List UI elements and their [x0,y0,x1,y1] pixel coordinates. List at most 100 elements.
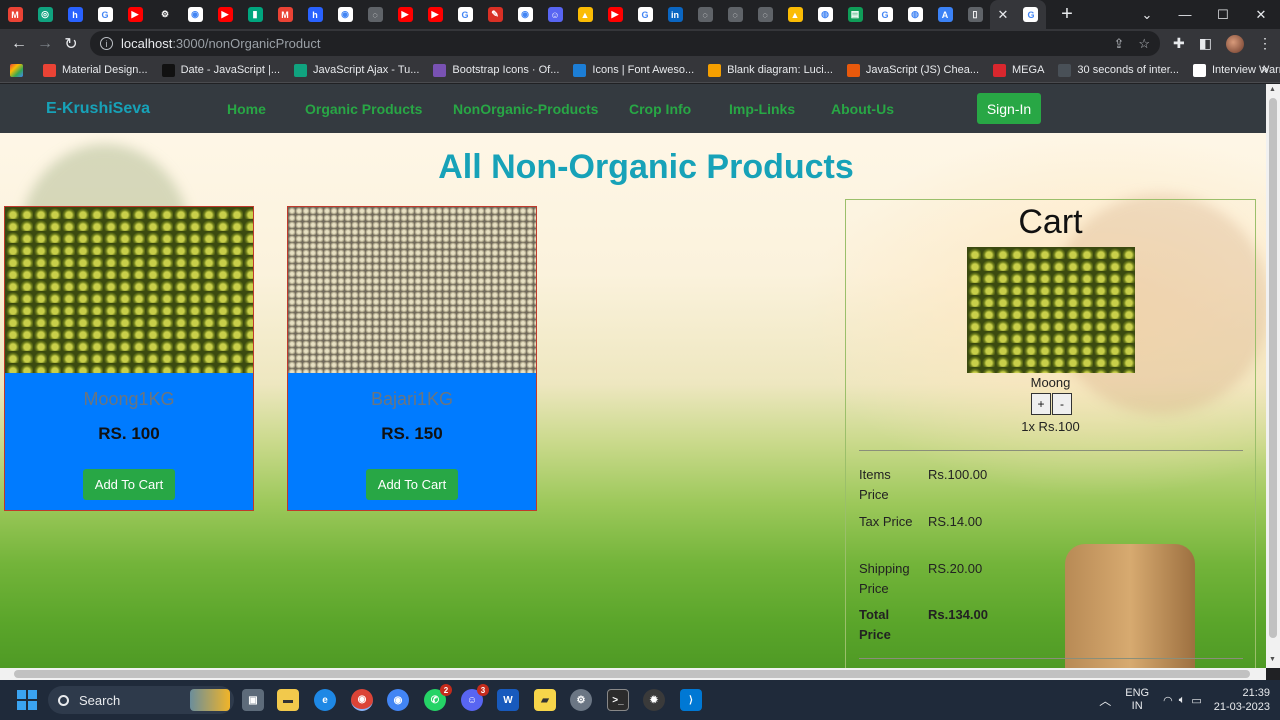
browser-tab[interactable]: ▤ [840,0,870,29]
browser-tab[interactable]: ◌ [360,0,390,29]
share-icon[interactable]: ⇪ [1113,36,1124,52]
apps-icon[interactable] [10,63,29,77]
browser-tab[interactable]: ◍ [810,0,840,29]
bookmark-item[interactable]: Material Design... [43,63,148,77]
whatsapp-icon[interactable]: ✆ 2 [424,684,452,711]
windows-start-icon[interactable] [17,690,37,710]
active-browser-tab[interactable]: ✕ G [990,0,1046,29]
volume-icon[interactable]: 🔈︎ [1179,694,1186,707]
browser-tab[interactable]: h [300,0,330,29]
browser-tab[interactable]: ▲ [570,0,600,29]
nav-link-imp-links[interactable]: Imp-Links [729,101,795,117]
bookmark-item[interactable]: Blank diagram: Luci... [708,63,833,77]
settings-taskbar-icon[interactable]: ⚙ [570,689,592,711]
scroll-up-icon[interactable]: ▲ [1269,86,1276,93]
browser-tab[interactable]: G [90,0,120,29]
browser-tab[interactable]: in [660,0,690,29]
browser-tab[interactable]: ▶ [210,0,240,29]
browser-tab[interactable]: ⚙ [150,0,180,29]
bookmark-item[interactable]: Icons | Font Aweso... [573,63,694,77]
nav-link-organic-products[interactable]: Organic Products [305,101,422,117]
tab-search-icon[interactable]: ⌄ [1128,7,1166,23]
browser-tab[interactable]: ▶ [420,0,450,29]
browser-tab[interactable]: ◌ [720,0,750,29]
sign-in-button[interactable]: Sign-In [977,93,1041,124]
browser-tab[interactable]: A [930,0,960,29]
bookmark-item[interactable]: 30 seconds of inter... [1058,63,1179,77]
browser-tab[interactable]: ▶ [390,0,420,29]
wifi-icon[interactable]: ◠ [1163,694,1173,707]
nav-link-crop-info[interactable]: Crop Info [629,101,691,117]
browser-tab[interactable]: ▮ [240,0,270,29]
browser-tab[interactable]: ▯ [960,0,990,29]
browser-tab[interactable]: ◉ [330,0,360,29]
browser-tab[interactable]: M [0,0,30,29]
tray-overflow-icon[interactable]: ︿ [1099,692,1111,709]
decrease-quantity-button[interactable]: - [1052,393,1072,415]
chrome-profile-icon[interactable]: ◉ [387,689,409,711]
chrome-taskbar-icon[interactable]: ◉ [351,689,373,711]
browser-tab[interactable]: ☺ [540,0,570,29]
add-to-cart-button[interactable]: Add To Cart [366,469,458,500]
browser-tab[interactable]: ◍ [900,0,930,29]
reload-icon[interactable]: ↻ [58,34,84,54]
browser-tab[interactable]: ◉ [180,0,210,29]
widgets-icon[interactable] [190,689,230,711]
bookmarks-overflow-icon[interactable]: » [1261,62,1268,76]
menu-icon[interactable]: ⋮ [1258,35,1272,52]
extensions-icon[interactable]: ✚ [1173,35,1185,52]
browser-tab[interactable]: M [270,0,300,29]
browser-tab[interactable]: ◌ [690,0,720,29]
word-icon[interactable]: W [497,689,519,711]
scroll-down-icon[interactable]: ▼ [1269,656,1276,663]
browser-tab[interactable]: ◎ [30,0,60,29]
bookmark-item[interactable]: Bootstrap Icons · Of... [433,63,559,77]
edge-icon[interactable]: e [314,689,336,711]
new-tab-icon[interactable]: + [1052,3,1082,26]
forward-icon[interactable]: → [32,35,58,53]
file-explorer-icon[interactable]: ▬ [277,689,299,711]
profile-avatar[interactable] [1226,34,1244,53]
browser-tab[interactable]: ◉ [510,0,540,29]
nav-link-about-us[interactable]: About-Us [831,101,894,117]
browser-tab[interactable]: G [870,0,900,29]
maximize-icon[interactable]: ☐ [1204,7,1242,23]
browser-tab[interactable]: ✎ [480,0,510,29]
add-to-cart-button[interactable]: Add To Cart [83,469,175,500]
browser-tab[interactable]: ▶ [120,0,150,29]
sticky-notes-icon[interactable]: ▰ [534,689,556,711]
discord-icon[interactable]: ☺ 3 [461,684,489,711]
browser-tab[interactable]: h [60,0,90,29]
minimize-icon[interactable]: — [1166,7,1204,22]
language-indicator[interactable]: ENG IN [1125,687,1149,713]
back-icon[interactable]: ← [6,35,32,53]
nav-link-nonorganic-products[interactable]: NonOrganic-Products [453,101,598,117]
close-window-icon[interactable]: ✕ [1242,7,1280,23]
close-tab-icon[interactable]: ✕ [998,7,1009,23]
brand-logo[interactable]: E-KrushiSeva [46,100,150,118]
nav-link-home[interactable]: Home [227,101,266,117]
horizontal-scrollbar[interactable] [0,668,1266,680]
browser-tab[interactable]: ▶ [600,0,630,29]
terminal-icon[interactable]: >_ [607,689,629,711]
bookmark-item[interactable]: Date - JavaScript |... [161,63,280,77]
site-info-icon[interactable]: i [100,37,113,50]
increase-quantity-button[interactable]: + [1031,393,1051,415]
horizontal-scroll-thumb[interactable] [14,670,1250,678]
bookmark-item[interactable]: MEGA [993,63,1044,77]
vertical-scrollbar[interactable]: ▲ ▼ [1266,84,1280,668]
side-panel-icon[interactable]: ◧ [1199,35,1212,52]
browser-tab[interactable]: G [630,0,660,29]
browser-tab[interactable]: ◌ [750,0,780,29]
battery-icon[interactable]: ▭ [1191,694,1201,707]
task-view-icon[interactable]: ▣ [242,689,264,711]
bookmark-item[interactable]: JavaScript (JS) Chea... [846,63,979,77]
gear-app-icon[interactable]: ✹ [643,689,665,711]
address-bar[interactable]: i localhost:3000/nonOrganicProduct ⇪ ☆ [90,31,1160,56]
clock[interactable]: 21:39 21-03-2023 [1214,686,1270,714]
vscode-icon[interactable]: ⟩ [680,689,702,711]
bookmark-item[interactable]: JavaScript Ajax - Tu... [294,63,419,77]
bookmark-star-icon[interactable]: ☆ [1138,36,1150,52]
vertical-scroll-thumb[interactable] [1269,98,1277,638]
browser-tab[interactable]: G [450,0,480,29]
